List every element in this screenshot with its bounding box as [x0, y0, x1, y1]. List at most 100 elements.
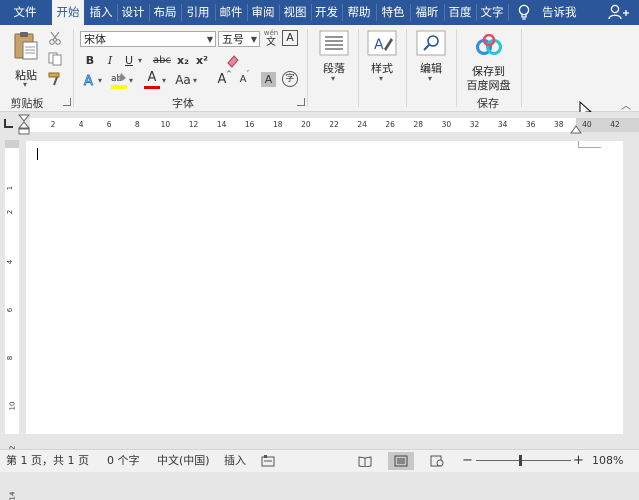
tab-references[interactable]: 引用	[182, 0, 214, 25]
tab-layout[interactable]: 布局	[150, 0, 180, 25]
tab-home[interactable]: 开始	[52, 0, 84, 25]
subscript-button[interactable]: x₂	[174, 52, 192, 70]
format-painter-icon[interactable]	[48, 72, 62, 86]
word-count-status[interactable]: 0 个字	[107, 450, 140, 472]
tell-me-label: 告诉我	[542, 5, 577, 19]
enclose-char-button[interactable]: 字	[282, 71, 298, 87]
change-case-dropdown-icon[interactable]: ▾	[193, 76, 197, 85]
web-layout-button[interactable]	[424, 452, 450, 470]
underline-dropdown-icon[interactable]: ▾	[138, 56, 142, 65]
superscript-button[interactable]: x²	[193, 52, 211, 70]
document-page[interactable]	[26, 141, 623, 434]
editing-button[interactable]: 编辑 ▾	[411, 28, 451, 88]
bold-button[interactable]: B	[81, 52, 99, 70]
tab-stop-selector[interactable]	[4, 119, 13, 128]
ruler-mark: 22	[329, 120, 339, 129]
tab-view[interactable]: 视图	[280, 0, 310, 25]
tab-foxit[interactable]: 福昕	[411, 0, 443, 25]
zoom-in-button[interactable]: +	[573, 450, 584, 472]
font-color-button[interactable]: A	[143, 70, 161, 89]
chevron-down-icon[interactable]: ▼	[251, 32, 257, 48]
zoom-slider-knob[interactable]	[519, 455, 522, 466]
indent-marker-icon[interactable]	[18, 114, 30, 136]
tab-file[interactable]: 文件	[0, 0, 50, 25]
clipboard-group-label: 剪贴板	[10, 97, 44, 110]
share-user-icon[interactable]	[608, 4, 630, 20]
read-mode-icon	[358, 456, 372, 467]
vertical-ruler-mark: 1	[6, 185, 15, 191]
font-size-combo[interactable]: 五号 ▼	[218, 31, 260, 47]
char-border-button[interactable]: A	[282, 30, 298, 46]
status-bar: 第 1 页，共 1 页 0 个字 中文(中国) 插入 − + 108%	[0, 449, 639, 472]
tell-me-search[interactable]: 告诉我	[514, 0, 609, 25]
strikethrough-label: abc	[153, 55, 171, 66]
read-mode-button[interactable]	[352, 452, 378, 470]
zoom-level[interactable]: 108%	[592, 450, 623, 472]
tab-features[interactable]: 特色	[377, 0, 409, 25]
underline-button[interactable]: U	[120, 52, 138, 70]
tab-mailings[interactable]: 邮件	[216, 0, 246, 25]
tab-developer[interactable]: 开发	[312, 0, 341, 25]
highlight-dropdown-icon[interactable]: ▾	[129, 76, 133, 85]
vertical-scrollbar[interactable]	[626, 137, 639, 434]
grow-font-button[interactable]: A ^	[213, 70, 232, 89]
ruler-mark: 24	[357, 120, 367, 129]
vertical-ruler-mark: 4	[6, 259, 15, 265]
italic-button[interactable]: I	[101, 52, 119, 70]
ruler-mark: 28	[413, 120, 424, 129]
highlight-color-icon[interactable]: ab	[110, 70, 128, 90]
clipboard-dialog-launcher[interactable]	[63, 98, 71, 106]
vertical-ruler-mark: 6	[6, 307, 15, 313]
collapse-ribbon-icon[interactable]: ︿	[621, 97, 631, 112]
print-layout-button[interactable]	[388, 452, 414, 470]
font-size-value: 五号	[222, 33, 244, 46]
language-status[interactable]: 中文(中国)	[157, 450, 210, 472]
vertical-ruler-mark: 10	[8, 401, 17, 411]
char-shading-button[interactable]: A	[261, 72, 276, 87]
tab-text[interactable]: 文字	[477, 0, 507, 25]
strikethrough-button[interactable]: abc	[152, 52, 172, 70]
ruler-mark: 38	[554, 120, 564, 129]
tab-insert[interactable]: 插入	[86, 0, 116, 25]
text-effects-dropdown-icon[interactable]: ▾	[98, 76, 102, 85]
copy-icon[interactable]	[48, 52, 62, 66]
tab-help[interactable]: 帮助	[343, 0, 375, 25]
ruler-mark: 12	[188, 120, 199, 129]
paragraph-button[interactable]: 段落 ▾	[314, 28, 354, 88]
chevron-down-icon[interactable]: ▼	[207, 32, 213, 48]
insert-mode-status[interactable]: 插入	[224, 450, 246, 472]
right-indent-marker-icon[interactable]	[570, 124, 582, 134]
phonetic-guide-button[interactable]: wén 文	[262, 29, 280, 48]
ruler-mark: 8	[134, 120, 140, 129]
font-dialog-launcher[interactable]	[297, 98, 305, 106]
ribbon-home: 粘贴 ▾ 剪贴板 宋体 ▼ 五号 ▼ wén 文 A B I U ▾ abc x…	[0, 25, 639, 112]
char-shading-label: A	[264, 73, 273, 86]
svg-text:A: A	[374, 37, 384, 53]
superscript-label: x²	[196, 54, 208, 67]
zoom-slider-track[interactable]	[476, 460, 571, 461]
tab-design[interactable]: 设计	[118, 0, 148, 25]
save-to-baidu-button[interactable]: 保存到 百度网盘	[461, 28, 516, 92]
paste-dropdown-icon: ▾	[23, 80, 28, 89]
ruler-mark: 18	[273, 120, 283, 129]
change-case-button[interactable]: Aa	[173, 70, 193, 88]
vertical-ruler-mark: 14	[8, 491, 17, 500]
font-name-combo[interactable]: 宋体 ▼	[80, 31, 216, 47]
zoom-out-button[interactable]: −	[462, 450, 473, 472]
page-count-status[interactable]: 第 1 页，共 1 页	[6, 450, 89, 472]
styles-button[interactable]: A 样式 ▾	[362, 28, 402, 88]
macro-record-icon[interactable]	[261, 454, 275, 468]
horizontal-ruler: 2 4 6 8 10 12 14 16 18 20 22 24 26 28 30 32 34 36 38 40 42	[0, 112, 639, 137]
tab-review[interactable]: 审阅	[248, 0, 278, 25]
text-effects-icon[interactable]: A	[82, 72, 98, 89]
italic-label: I	[107, 54, 113, 67]
scissors-icon[interactable]	[48, 31, 62, 45]
change-case-label: Aa	[175, 73, 191, 87]
paste-button[interactable]: 粘贴 ▾	[9, 30, 43, 89]
subscript-label: x₂	[177, 54, 189, 67]
shrink-font-button[interactable]: Aˇ	[234, 70, 252, 89]
font-color-dropdown-icon[interactable]: ▾	[162, 76, 166, 85]
tab-baidu[interactable]: 百度	[445, 0, 475, 25]
baidu-netdisk-icon	[476, 34, 502, 55]
clipboard-paste-icon	[14, 32, 38, 60]
